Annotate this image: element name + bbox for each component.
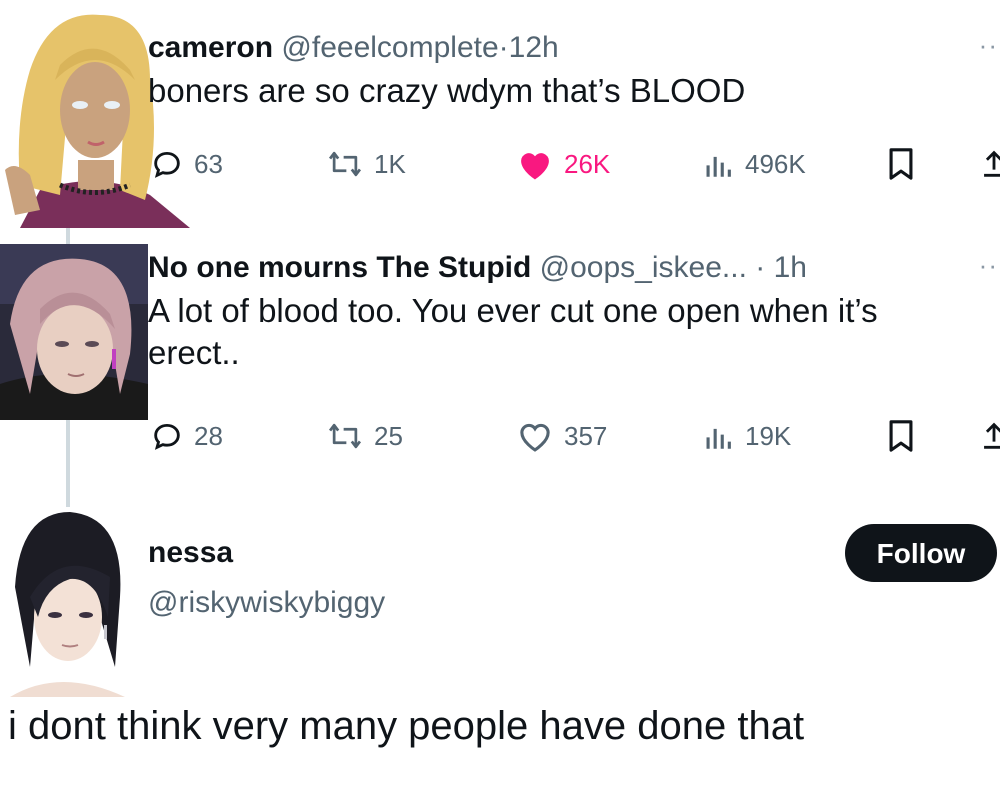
- timestamp[interactable]: 1h: [774, 251, 807, 284]
- retweet-count: 25: [374, 420, 403, 451]
- heart-filled-icon: [521, 153, 549, 180]
- tweet-header: cameron @feeelcomplete·12h: [148, 30, 1000, 66]
- separator-dot: ·: [755, 251, 766, 284]
- display-name[interactable]: cameron: [148, 31, 273, 64]
- separator-dot: ·: [498, 31, 509, 64]
- retweet-button[interactable]: 25: [326, 416, 403, 456]
- tweet-header: No one mourns The Stupid @oops_iskee... …: [148, 250, 1000, 286]
- heart-outline-icon: [520, 423, 550, 452]
- reply-button[interactable]: 63: [150, 144, 223, 184]
- bookmark-button[interactable]: [886, 144, 926, 184]
- bookmark-icon: [889, 148, 913, 180]
- share-button[interactable]: [982, 416, 1000, 456]
- retweet-button[interactable]: 1K: [326, 144, 406, 184]
- views-button[interactable]: 496K: [701, 144, 806, 184]
- retweet-icon: [328, 423, 362, 449]
- tweet-text: A lot of blood too. You ever cut one ope…: [148, 292, 878, 371]
- share-button[interactable]: [982, 144, 1000, 184]
- reply-count: 63: [194, 148, 223, 179]
- like-button[interactable]: 26K: [516, 144, 610, 184]
- reply-count: 28: [194, 420, 223, 451]
- follow-button[interactable]: Follow: [845, 524, 997, 582]
- more-options-icon[interactable]: ··: [979, 30, 998, 61]
- views-icon: [706, 428, 731, 449]
- display-name[interactable]: No one mourns The Stupid: [148, 251, 531, 284]
- reply-icon: [154, 151, 180, 178]
- share-icon: [984, 150, 1000, 177]
- share-icon: [984, 422, 1000, 449]
- view-count: 496K: [745, 148, 806, 179]
- avatar-no-one-mourns[interactable]: [0, 244, 148, 420]
- retweet-count: 1K: [374, 148, 406, 179]
- tweet-cameron[interactable]: cameron @feeelcomplete·12h ·· boners are…: [148, 30, 1000, 180]
- avatar-nessa[interactable]: [0, 507, 130, 697]
- display-name[interactable]: nessa: [148, 536, 233, 570]
- tweet-text: i dont think very many people have done …: [8, 704, 805, 748]
- reply-button[interactable]: 28: [150, 416, 223, 456]
- views-button[interactable]: 19K: [701, 416, 791, 456]
- user-handle[interactable]: @riskywiskybiggy: [148, 586, 385, 620]
- tweet-actions: 28 25 357 19K: [148, 416, 1000, 456]
- tweet-no-one-mourns[interactable]: No one mourns The Stupid @oops_iskee... …: [148, 250, 1000, 452]
- tweet-actions: 63 1K 26K 496K: [148, 144, 1000, 184]
- tweet-text: boners are so crazy wdym that’s BLOOD: [148, 72, 746, 109]
- timestamp[interactable]: 12h: [509, 31, 559, 64]
- views-icon: [706, 156, 731, 177]
- user-handle[interactable]: @oops_iskee...: [540, 251, 747, 284]
- retweet-icon: [328, 151, 362, 177]
- bookmark-icon: [889, 420, 913, 452]
- like-count: 26K: [564, 148, 611, 179]
- view-count: 19K: [745, 420, 792, 451]
- like-count: 357: [564, 420, 608, 451]
- reply-icon: [154, 423, 180, 450]
- bookmark-button[interactable]: [886, 416, 926, 456]
- like-button[interactable]: 357: [516, 416, 607, 456]
- more-options-icon[interactable]: ··: [979, 250, 998, 281]
- user-handle[interactable]: @feeelcomplete: [281, 31, 498, 64]
